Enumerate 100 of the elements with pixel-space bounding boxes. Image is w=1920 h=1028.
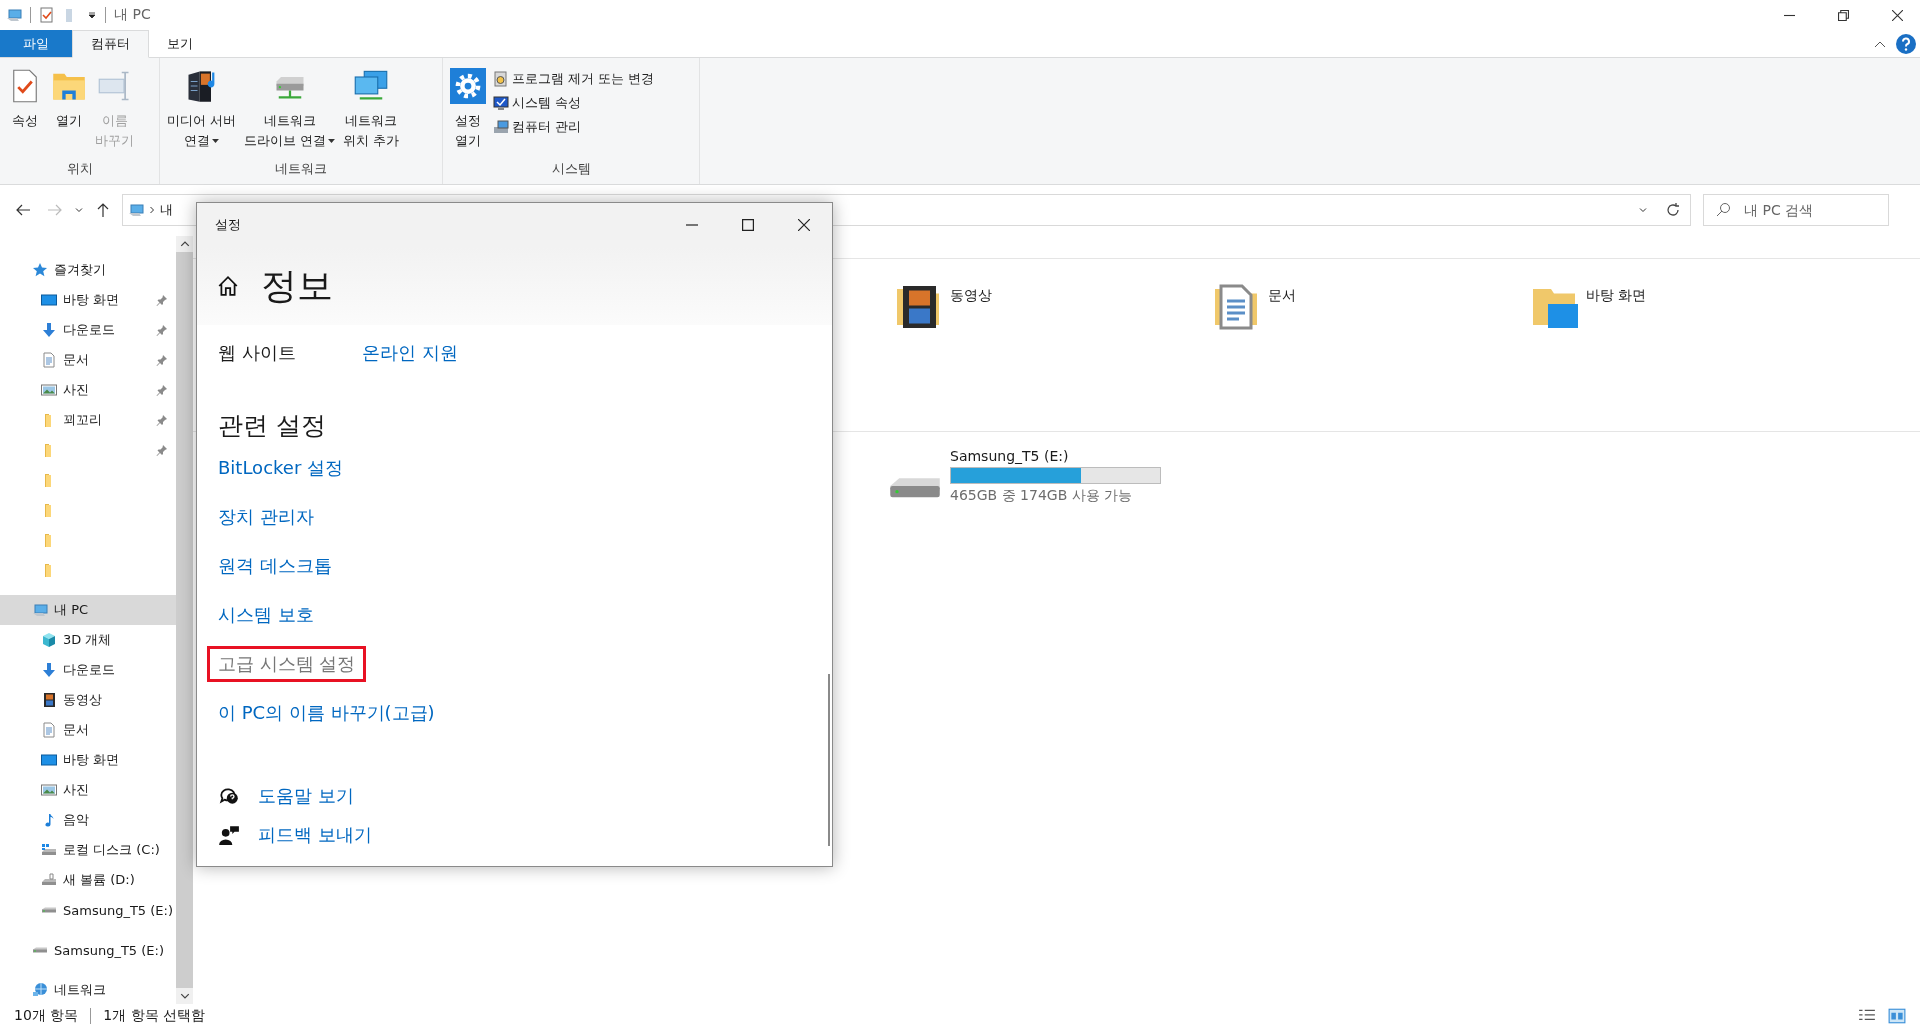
ribbon-button[interactable]: 열기 xyxy=(48,66,90,160)
film-strip-icon xyxy=(894,283,942,331)
window-title: 내 PC xyxy=(114,6,151,24)
ribbon-button[interactable]: 네트워크 드라이브 연결 xyxy=(241,66,339,160)
computer-icon xyxy=(32,602,48,618)
nav-item[interactable]: 다운로드 xyxy=(0,315,176,345)
help-link[interactable]: 도움말 보기 xyxy=(258,783,354,808)
nav-item[interactable]: 동영상 xyxy=(0,685,176,715)
support-link[interactable]: 온라인 지원 xyxy=(362,341,458,365)
pin-icon[interactable] xyxy=(156,444,168,456)
computer-icon xyxy=(128,202,144,218)
nav-item[interactable]: 사진 xyxy=(0,375,176,405)
page-heading: 정보 xyxy=(261,263,333,308)
computer-icon[interactable] xyxy=(6,7,22,23)
pin-icon[interactable] xyxy=(156,354,168,366)
refresh-icon xyxy=(1664,202,1681,218)
file-tab[interactable]: 파일 xyxy=(0,30,72,57)
scrollbar-thumb[interactable] xyxy=(828,674,830,846)
drive-name: Samsung_T5 (E:) xyxy=(950,448,1070,464)
help-icon[interactable] xyxy=(1896,33,1916,54)
drive-item[interactable]: Samsung_T5 (E:) 465GB 중 174GB 사용 가능 xyxy=(888,448,1920,505)
down-arrow-icon xyxy=(41,322,57,338)
pin-icon[interactable] xyxy=(156,324,168,336)
nav-item[interactable]: 로컬 디스크 (C:) xyxy=(0,835,176,865)
film-strip-icon xyxy=(41,692,57,708)
document-check-icon[interactable] xyxy=(39,7,55,23)
monitor-check-icon xyxy=(493,95,509,111)
drive-icon xyxy=(32,947,48,953)
nav-item[interactable]: 문서 xyxy=(0,715,176,745)
nav-item[interactable]: 음악 xyxy=(0,805,176,835)
drive-icon xyxy=(41,907,57,913)
free-space-text: 465GB 중 174GB 사용 가능 xyxy=(950,487,1134,505)
field-label: 웹 사이트 xyxy=(218,341,297,365)
landscape-image-icon xyxy=(41,382,57,398)
ribbon-button[interactable]: 미디어 서버 연결 xyxy=(164,66,240,160)
pin-icon[interactable] xyxy=(156,294,168,306)
cube-icon xyxy=(41,632,57,648)
ribbon-button[interactable]: 설정 열기 xyxy=(447,66,489,160)
nav-item[interactable]: 바탕 화면 xyxy=(0,745,176,775)
search-icon xyxy=(1715,202,1731,218)
nav-item[interactable]: Samsung_T5 (E:) xyxy=(0,895,176,925)
chevron-down-icon[interactable] xyxy=(1638,205,1648,215)
folder-item[interactable]: 동영상 xyxy=(894,283,1212,431)
drive-icon xyxy=(41,872,57,888)
settings-link[interactable]: 장치 관리자 xyxy=(207,498,325,535)
pin-icon[interactable] xyxy=(156,414,168,426)
help-link[interactable]: 피드백 보내기 xyxy=(258,822,372,847)
nav-item[interactable]: 새 볼륨 (D:) xyxy=(0,865,176,895)
chevron-down-icon[interactable] xyxy=(74,205,84,215)
ribbon-button[interactable]: 네트워크 위치 추가 xyxy=(340,66,403,160)
folder-item[interactable]: 바탕 화면 xyxy=(1530,283,1848,431)
scroll-up-icon[interactable] xyxy=(179,240,190,248)
nav-item[interactable]: Samsung_T5 (E:) xyxy=(0,935,176,965)
pin-icon[interactable] xyxy=(156,384,168,396)
ribbon-button[interactable]: 시스템 속성 xyxy=(491,92,657,114)
nav-item[interactable]: 네트워크 xyxy=(0,975,176,1004)
item-count: 10개 항목 xyxy=(14,1007,79,1025)
forward-arrow-icon[interactable] xyxy=(47,202,63,218)
settings-link[interactable]: 이 PC의 이름 바꾸기(고급) xyxy=(207,694,446,731)
nav-item[interactable]: 바탕 화면 xyxy=(0,285,176,315)
ribbon-button[interactable]: 프로그램 제거 또는 변경 xyxy=(491,68,657,90)
settings-link[interactable]: 원격 데스크톱 xyxy=(207,547,343,584)
drive-icon xyxy=(41,842,57,858)
nav-item[interactable]: 문서 xyxy=(0,345,176,375)
group-label: 시스템 xyxy=(550,160,592,178)
refresh-button[interactable] xyxy=(1655,194,1691,226)
monitor-icon xyxy=(41,752,57,768)
nav-item[interactable]: 다운로드 xyxy=(0,655,176,685)
folder-item[interactable]: 문서 xyxy=(1212,283,1530,431)
star-icon xyxy=(32,262,48,278)
gear-icon xyxy=(450,68,486,104)
disc-box-icon xyxy=(493,71,509,87)
ribbon-tab[interactable]: 보기 xyxy=(149,30,211,57)
ribbon-tab[interactable]: 컴퓨터 xyxy=(72,30,149,58)
collapse-ribbon-icon[interactable] xyxy=(1874,39,1886,48)
section-heading: 관련 설정 xyxy=(218,410,327,442)
computer-icon xyxy=(493,119,509,135)
nav-item[interactable]: 꾀꼬리 xyxy=(0,405,176,435)
ribbon-button[interactable]: 속성 xyxy=(4,66,46,160)
settings-link[interactable]: 고급 시스템 설정 xyxy=(207,645,367,682)
nav-item[interactable]: 3D 개체 xyxy=(0,625,176,655)
close-icon xyxy=(1891,9,1903,21)
nav-item[interactable]: 내 PC xyxy=(0,595,176,625)
nav-item[interactable]: 사진 xyxy=(0,775,176,805)
up-arrow-icon[interactable] xyxy=(95,202,111,218)
settings-link[interactable]: BitLocker 설정 xyxy=(207,449,354,486)
nav-item[interactable]: 즐겨찾기 xyxy=(0,255,176,285)
scrollbar[interactable] xyxy=(176,236,193,1004)
document-icon xyxy=(41,722,57,738)
settings-link[interactable]: 시스템 보호 xyxy=(207,596,325,633)
large-icons-view-icon[interactable] xyxy=(1888,1007,1906,1025)
home-icon[interactable] xyxy=(217,275,239,297)
document-icon xyxy=(1212,283,1260,331)
dropdown-icon[interactable] xyxy=(87,10,97,20)
scroll-down-icon[interactable] xyxy=(179,992,190,1000)
back-arrow-icon[interactable] xyxy=(15,202,31,218)
ribbon-button[interactable]: 컴퓨터 관리 xyxy=(491,116,657,138)
close-icon xyxy=(798,219,810,231)
search-field[interactable]: 내 PC 검색 xyxy=(1703,194,1889,226)
group-label: 네트워크 xyxy=(274,160,328,178)
